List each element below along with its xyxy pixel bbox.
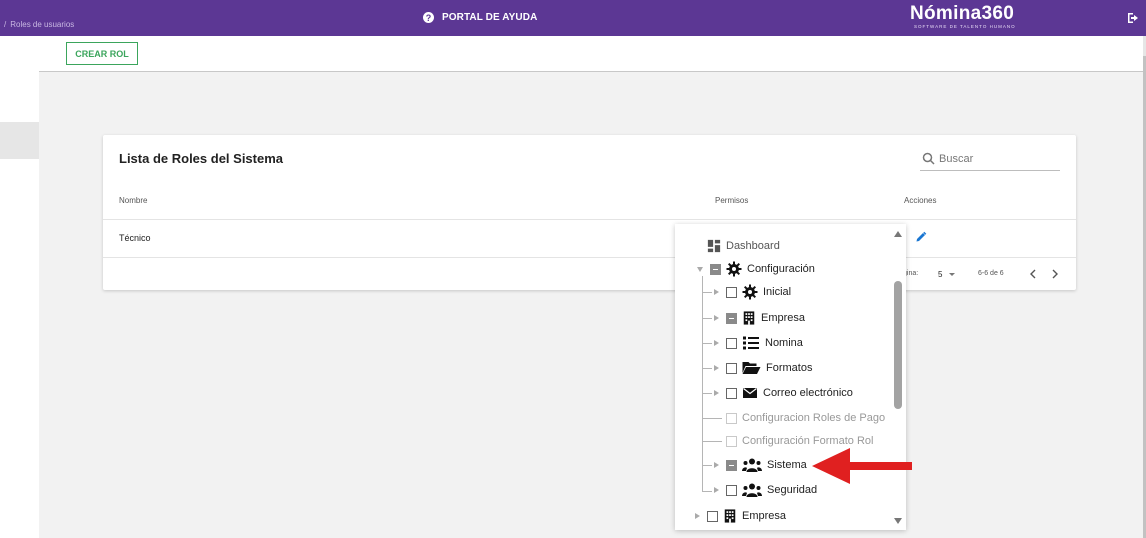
tree-checkbox xyxy=(726,435,737,447)
gear-icon xyxy=(726,261,742,277)
tree-item-label: Correo electrónico xyxy=(763,387,853,399)
logout-icon[interactable] xyxy=(1126,11,1140,25)
chevron-left-icon[interactable] xyxy=(1028,268,1038,280)
tree-item-empresa-config[interactable]: Empresa xyxy=(714,308,805,328)
rows-per-page-select[interactable]: 5 xyxy=(938,270,956,279)
tree-item-correo[interactable]: Correo electrónico xyxy=(714,383,853,403)
expand-arrow-icon[interactable] xyxy=(714,365,719,371)
tree-connector xyxy=(702,465,712,466)
roles-card: Lista de Roles del Sistema Nombre Permis… xyxy=(103,135,1076,290)
expand-arrow-icon[interactable] xyxy=(714,487,719,493)
pagination-range: 6-6 de 6 xyxy=(978,270,1004,277)
expand-arrow-icon[interactable] xyxy=(714,340,719,346)
tree-item-label: Configuración xyxy=(747,263,815,275)
tree-item-inicial[interactable]: Inicial xyxy=(714,282,791,302)
help-portal-label: PORTAL DE AYUDA xyxy=(442,12,538,23)
expand-arrow-icon[interactable] xyxy=(695,513,700,519)
logo-name: Nómina360 xyxy=(910,3,1015,24)
tree-item-nomina[interactable]: Nomina xyxy=(714,333,803,353)
folder-open-icon xyxy=(742,362,761,374)
tree-connector xyxy=(702,292,712,293)
search-input[interactable] xyxy=(939,152,1049,165)
expand-arrow-icon[interactable] xyxy=(714,390,719,396)
tree-item-label: Nomina xyxy=(765,337,803,349)
gear-icon xyxy=(742,284,758,300)
breadcrumb: / Roles de usuarios xyxy=(4,20,74,29)
tree-item-label: Dashboard xyxy=(726,240,780,252)
chevron-down-icon xyxy=(949,273,956,276)
tree-item-config-roles-pago: Configuracion Roles de Pago xyxy=(726,408,885,428)
rows-per-page-value: 5 xyxy=(938,270,943,279)
column-header-name[interactable]: Nombre xyxy=(119,196,147,205)
expand-arrow-icon[interactable] xyxy=(714,289,719,295)
tree-connector xyxy=(702,276,703,492)
list-icon xyxy=(743,336,759,350)
building-icon xyxy=(724,509,736,523)
tree-item-label: Empresa xyxy=(761,312,806,324)
scroll-down-icon[interactable] xyxy=(894,518,902,524)
tree-checkbox[interactable] xyxy=(707,510,718,522)
tree-checkbox xyxy=(726,412,737,424)
help-portal-link[interactable]: ? PORTAL DE AYUDA xyxy=(423,12,537,23)
tree-item-dashboard[interactable]: Dashboard xyxy=(707,236,780,256)
envelope-icon xyxy=(743,388,757,398)
expand-arrow-icon[interactable] xyxy=(697,266,703,272)
tree-connector xyxy=(702,418,722,419)
row-divider xyxy=(103,257,1076,258)
tree-item-label: Sistema xyxy=(767,459,807,471)
create-role-button[interactable]: CREAR ROL xyxy=(66,42,138,65)
column-header-permissions: Permisos xyxy=(715,196,749,205)
tree-item-seguridad[interactable]: Seguridad xyxy=(714,480,817,500)
tree-connector xyxy=(702,368,712,369)
tree-checkbox[interactable] xyxy=(710,263,721,275)
dashboard-icon xyxy=(707,239,721,253)
tree-connector xyxy=(702,441,722,442)
tree-connector xyxy=(702,393,712,394)
logo: Nómina360 SOFTWARE DE TALENTO HUMANO xyxy=(910,3,1016,30)
tree-checkbox[interactable] xyxy=(726,459,737,471)
header-divider xyxy=(103,219,1076,220)
chevron-right-icon[interactable] xyxy=(1050,268,1060,280)
tree-item-label: Formatos xyxy=(766,362,813,374)
sidebar xyxy=(0,36,39,538)
search-field[interactable] xyxy=(920,147,1060,171)
tree-item-sistema[interactable]: Sistema xyxy=(714,455,807,475)
logo-tagline: SOFTWARE DE TALENTO HUMANO xyxy=(914,24,1016,29)
tree-item-formatos[interactable]: Formatos xyxy=(714,358,812,378)
users-icon xyxy=(742,483,762,497)
breadcrumb-current[interactable]: Roles de usuarios xyxy=(10,20,74,29)
sidebar-item-selected[interactable] xyxy=(0,122,39,159)
scroll-up-icon[interactable] xyxy=(894,231,902,237)
tree-item-label: Configuracion Roles de Pago xyxy=(742,412,886,424)
tree-connector xyxy=(702,491,712,492)
tree-item-empresa[interactable]: Empresa xyxy=(695,506,786,526)
column-header-actions: Acciones xyxy=(904,196,937,205)
top-bar: / Roles de usuarios ? PORTAL DE AYUDA Nóm… xyxy=(0,0,1146,36)
tree-item-label: Inicial xyxy=(763,286,792,298)
tree-item-label: Empresa xyxy=(742,510,787,522)
expand-arrow-icon[interactable] xyxy=(714,462,719,468)
search-icon xyxy=(922,152,935,165)
tree-checkbox[interactable] xyxy=(726,362,737,374)
action-bar: CREAR ROL xyxy=(39,36,1143,72)
users-icon xyxy=(742,458,762,472)
tree-checkbox[interactable] xyxy=(726,484,737,496)
tree-checkbox[interactable] xyxy=(726,312,737,324)
tree-item-configuracion[interactable]: Configuración xyxy=(697,259,815,279)
tree-connector xyxy=(702,318,712,319)
breadcrumb-separator: / xyxy=(4,20,7,29)
tree-checkbox[interactable] xyxy=(726,387,737,399)
edit-icon[interactable] xyxy=(915,231,927,243)
tree-checkbox[interactable] xyxy=(726,337,737,349)
tree-connector xyxy=(702,343,712,344)
tree-item-label: Seguridad xyxy=(767,484,818,496)
question-circle-icon: ? xyxy=(423,12,434,23)
building-icon xyxy=(743,311,755,325)
annotation-arrow-icon xyxy=(812,448,912,484)
table-row-name: Técnico xyxy=(119,233,151,243)
card-title: Lista de Roles del Sistema xyxy=(119,151,284,166)
tree-checkbox[interactable] xyxy=(726,286,737,298)
tree-scrollbar-thumb[interactable] xyxy=(894,281,902,409)
expand-arrow-icon[interactable] xyxy=(714,315,719,321)
